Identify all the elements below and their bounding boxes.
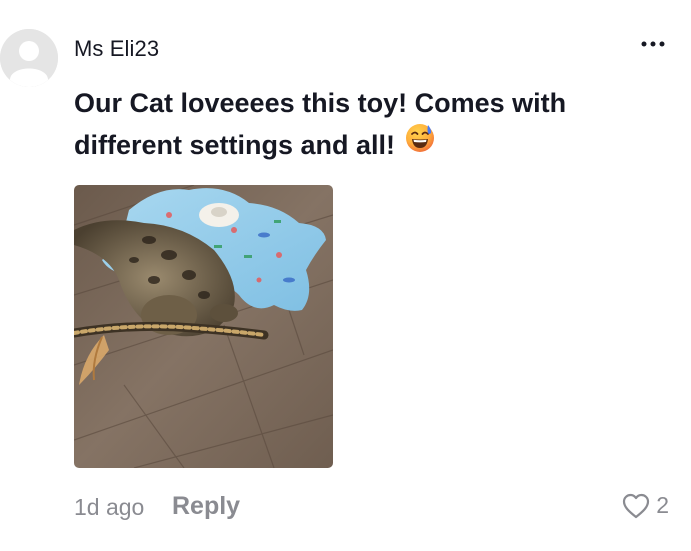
comment-time: 1d ago bbox=[74, 494, 145, 520]
default-avatar-icon bbox=[0, 29, 58, 87]
reply-button[interactable]: Reply bbox=[172, 492, 240, 521]
more-options-button[interactable] bbox=[639, 34, 667, 54]
like-count: 2 bbox=[656, 492, 669, 518]
comment-photo[interactable] bbox=[74, 185, 333, 468]
like-button[interactable]: 2 bbox=[622, 492, 669, 519]
comment-body: Our Cat loveeees this toy! Comes with di… bbox=[74, 82, 654, 166]
comment-text: Our Cat loveeees this toy! Comes with di… bbox=[74, 88, 567, 160]
cat-photo-image bbox=[74, 185, 333, 468]
comment-username[interactable]: Ms Eli23 bbox=[74, 36, 159, 62]
heart-outline-icon bbox=[623, 493, 650, 518]
grinning-sweat-emoji-icon bbox=[405, 123, 435, 165]
more-horizontal-icon bbox=[641, 41, 665, 47]
avatar[interactable] bbox=[0, 29, 58, 87]
